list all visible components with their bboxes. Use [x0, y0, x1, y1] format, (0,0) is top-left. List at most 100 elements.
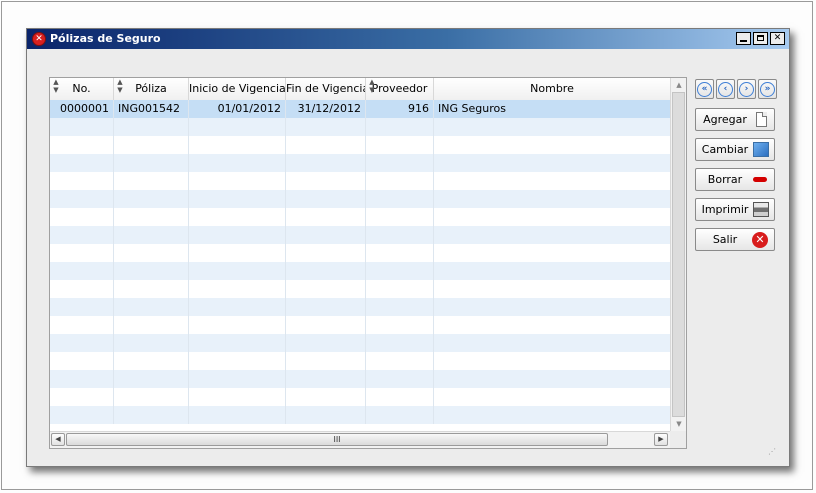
- column-header-inicio[interactable]: Inicio de Vigencia: [189, 78, 286, 100]
- cell-nombre[interactable]: [434, 226, 671, 244]
- cell-fin[interactable]: [286, 190, 366, 208]
- cell-nombre[interactable]: [434, 262, 671, 280]
- cell-poliza[interactable]: [114, 262, 189, 280]
- cell-proveedor[interactable]: [366, 334, 434, 352]
- cell-no[interactable]: [50, 280, 114, 298]
- cell-fin[interactable]: [286, 388, 366, 406]
- cell-fin[interactable]: [286, 406, 366, 424]
- cell-no[interactable]: [50, 406, 114, 424]
- cell-fin[interactable]: [286, 370, 366, 388]
- cell-fin[interactable]: [286, 316, 366, 334]
- cell-inicio[interactable]: [189, 352, 286, 370]
- vertical-scroll-track[interactable]: [672, 92, 685, 417]
- cell-fin[interactable]: [286, 226, 366, 244]
- cell-poliza[interactable]: [114, 370, 189, 388]
- table-row[interactable]: [50, 208, 671, 226]
- close-button[interactable]: ✕: [770, 32, 785, 45]
- cell-nombre[interactable]: [434, 388, 671, 406]
- previous-record-button[interactable]: ‹: [716, 79, 735, 99]
- cell-inicio[interactable]: [189, 172, 286, 190]
- cell-nombre[interactable]: [434, 118, 671, 136]
- cell-inicio[interactable]: [189, 136, 286, 154]
- cell-proveedor[interactable]: [366, 316, 434, 334]
- table-row[interactable]: [50, 352, 671, 370]
- table-row[interactable]: [50, 406, 671, 424]
- cell-poliza[interactable]: [114, 334, 189, 352]
- scroll-right-icon[interactable]: ▶: [654, 433, 668, 446]
- cell-proveedor[interactable]: [366, 190, 434, 208]
- cambiar-button[interactable]: Cambiar: [695, 138, 775, 161]
- table-row[interactable]: [50, 388, 671, 406]
- cell-poliza[interactable]: ING001542: [114, 100, 189, 118]
- cell-no[interactable]: [50, 136, 114, 154]
- cell-no[interactable]: [50, 154, 114, 172]
- cell-no[interactable]: [50, 226, 114, 244]
- table-row[interactable]: 0000001 ING001542 01/01/2012 31/12/2012 916 I…: [50, 100, 671, 118]
- cell-no[interactable]: [50, 208, 114, 226]
- cell-proveedor[interactable]: [366, 298, 434, 316]
- cell-no[interactable]: 0000001: [50, 100, 114, 118]
- cell-poliza[interactable]: [114, 118, 189, 136]
- cell-fin[interactable]: [286, 352, 366, 370]
- cell-no[interactable]: [50, 352, 114, 370]
- scroll-up-icon[interactable]: ▲: [672, 78, 686, 92]
- cell-poliza[interactable]: [114, 172, 189, 190]
- cell-poliza[interactable]: [114, 316, 189, 334]
- scroll-left-icon[interactable]: ◀: [51, 433, 65, 446]
- cell-proveedor[interactable]: [366, 244, 434, 262]
- last-record-button[interactable]: »: [758, 79, 777, 99]
- cell-fin[interactable]: [286, 154, 366, 172]
- cell-no[interactable]: [50, 118, 114, 136]
- column-header-no[interactable]: ▲▼ No.: [50, 78, 114, 100]
- cell-proveedor[interactable]: [366, 370, 434, 388]
- first-record-button[interactable]: «: [695, 79, 714, 99]
- cell-fin[interactable]: [286, 172, 366, 190]
- resize-grip-icon[interactable]: ⋰: [768, 447, 777, 456]
- cell-nombre[interactable]: [434, 406, 671, 424]
- cell-proveedor[interactable]: [366, 118, 434, 136]
- cell-fin[interactable]: [286, 136, 366, 154]
- table-row[interactable]: [50, 226, 671, 244]
- salir-button[interactable]: Salir ✕: [695, 228, 775, 251]
- cell-nombre[interactable]: [434, 370, 671, 388]
- table-row[interactable]: [50, 280, 671, 298]
- cell-fin[interactable]: [286, 298, 366, 316]
- cell-inicio[interactable]: [189, 298, 286, 316]
- cell-proveedor[interactable]: [366, 136, 434, 154]
- cell-fin[interactable]: [286, 334, 366, 352]
- cell-fin[interactable]: [286, 208, 366, 226]
- scroll-down-icon[interactable]: ▼: [672, 417, 686, 431]
- borrar-button[interactable]: Borrar: [695, 168, 775, 191]
- cell-nombre[interactable]: [434, 154, 671, 172]
- cell-proveedor[interactable]: [366, 226, 434, 244]
- cell-nombre[interactable]: [434, 190, 671, 208]
- table-row[interactable]: [50, 190, 671, 208]
- cell-inicio[interactable]: [189, 244, 286, 262]
- cell-nombre[interactable]: [434, 136, 671, 154]
- cell-proveedor[interactable]: [366, 280, 434, 298]
- cell-nombre[interactable]: [434, 208, 671, 226]
- table-row[interactable]: [50, 136, 671, 154]
- cell-proveedor[interactable]: [366, 208, 434, 226]
- cell-proveedor[interactable]: [366, 388, 434, 406]
- table-row[interactable]: [50, 154, 671, 172]
- polizas-grid[interactable]: ▲▼ No. ▲▼ Póliza Inicio de Vigencia Fin de Vi…: [49, 77, 687, 449]
- cell-poliza[interactable]: [114, 208, 189, 226]
- cell-proveedor[interactable]: 916: [366, 100, 434, 118]
- cell-inicio[interactable]: [189, 262, 286, 280]
- table-row[interactable]: [50, 298, 671, 316]
- title-bar[interactable]: ✕ Pólizas de Seguro ✕: [27, 29, 789, 49]
- cell-poliza[interactable]: [114, 406, 189, 424]
- cell-poliza[interactable]: [114, 352, 189, 370]
- column-header-proveedor[interactable]: ▲▼ Proveedor: [366, 78, 434, 100]
- table-row[interactable]: [50, 370, 671, 388]
- column-header-fin[interactable]: Fin de Vigencia: [286, 78, 366, 100]
- cell-proveedor[interactable]: [366, 172, 434, 190]
- cell-poliza[interactable]: [114, 226, 189, 244]
- cell-inicio[interactable]: [189, 280, 286, 298]
- cell-inicio[interactable]: [189, 388, 286, 406]
- cell-nombre[interactable]: [434, 280, 671, 298]
- cell-fin[interactable]: [286, 262, 366, 280]
- cell-proveedor[interactable]: [366, 406, 434, 424]
- cell-fin[interactable]: 31/12/2012: [286, 100, 366, 118]
